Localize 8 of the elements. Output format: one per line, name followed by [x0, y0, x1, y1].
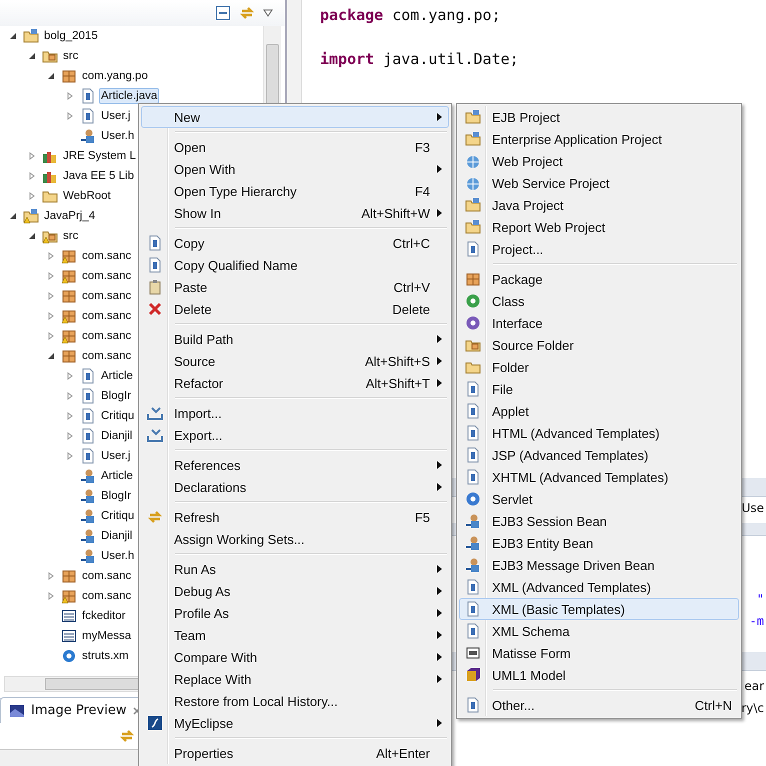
text-fragment: Use — [742, 501, 764, 515]
tab-title: Image Preview — [31, 703, 126, 718]
code-fragment: " — [756, 592, 764, 606]
code-line: package com.yang.po; — [320, 5, 502, 26]
code-fragment: -m — [750, 614, 764, 628]
text-fragment: ry\c — [741, 701, 764, 715]
code-line: import java.util.Date; — [320, 49, 519, 70]
text-fragment: ear — [744, 679, 764, 693]
